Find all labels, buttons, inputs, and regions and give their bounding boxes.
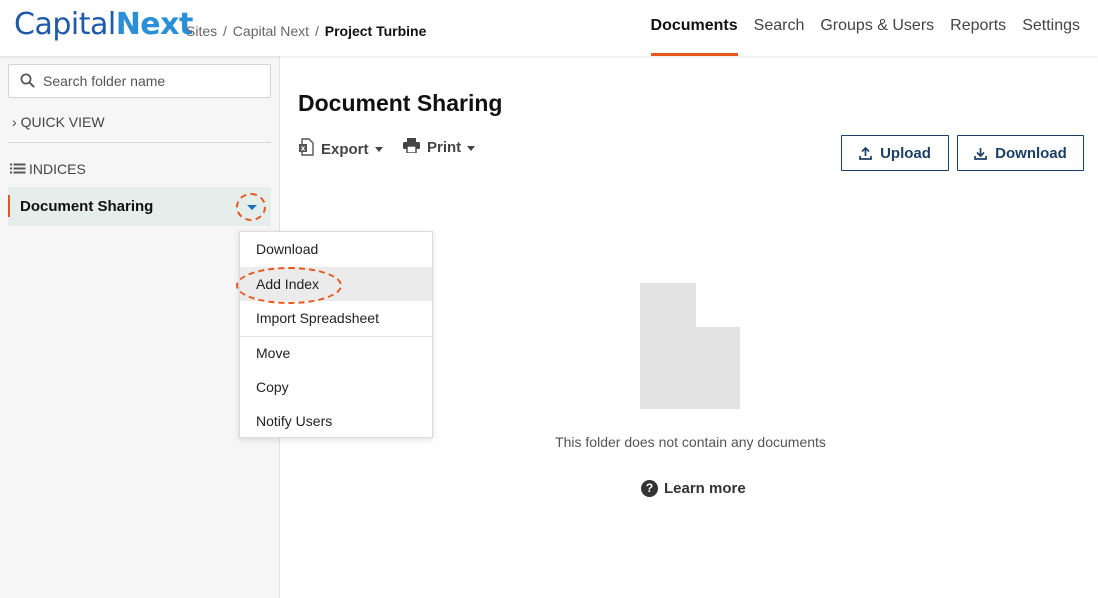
folder-context-menu: Download Add Index Import Spreadsheet Mo… [239, 231, 433, 438]
upload-button[interactable]: Upload [841, 135, 949, 171]
breadcrumb-current: Project Turbine [324, 23, 427, 39]
breadcrumb-sites[interactable]: Sites [186, 23, 217, 39]
breadcrumb-separator: / [314, 23, 319, 39]
nav-documents[interactable]: Documents [643, 0, 746, 56]
download-label: Download [995, 144, 1067, 162]
empty-document-icon [640, 283, 740, 414]
breadcrumb-separator: / [223, 23, 227, 39]
download-icon [974, 147, 988, 160]
breadcrumb-site[interactable]: Capital Next [233, 23, 309, 39]
nav-settings[interactable]: Settings [1014, 0, 1088, 56]
menu-item-move[interactable]: Move [240, 336, 432, 370]
upload-icon [859, 146, 872, 160]
svg-text:x: x [301, 145, 306, 153]
search-icon [20, 73, 35, 93]
caret-down-icon [374, 147, 383, 152]
highlight-ring-annotation [236, 267, 342, 304]
empty-state-message: This folder does not contain any documen… [555, 434, 826, 450]
menu-item-notify-users[interactable]: Notify Users [240, 404, 432, 438]
learn-more-link[interactable]: ? Learn more [641, 480, 746, 497]
folder-item-document-sharing[interactable]: Document Sharing [8, 187, 271, 226]
upload-label: Upload [880, 144, 931, 162]
caret-down-icon [247, 205, 257, 210]
download-button[interactable]: Download [957, 135, 1084, 171]
sidebar-divider [8, 142, 271, 143]
breadcrumb: Sites / Capital Next / Project Turbine [186, 23, 426, 39]
folder-search-box [8, 64, 271, 98]
chevron-right-icon: › [12, 114, 17, 130]
quick-view-label: QUICK VIEW [20, 114, 105, 130]
help-icon: ? [641, 480, 658, 497]
menu-item-import-spreadsheet[interactable]: Import Spreadsheet [240, 301, 432, 335]
export-label: Export [321, 140, 369, 158]
top-header: CapitalNext Sites / Capital Next / Proje… [0, 0, 1098, 56]
caret-down-icon [467, 145, 476, 151]
brand-logo[interactable]: CapitalNext [14, 7, 193, 42]
folder-label: Document Sharing [20, 198, 154, 215]
print-dropdown[interactable]: Print [403, 138, 476, 157]
nav-reports[interactable]: Reports [942, 0, 1014, 56]
page-title: Document Sharing [298, 90, 503, 116]
learn-more-label: Learn more [664, 480, 746, 497]
sidebar: › QUICK VIEW INDICES Document Sharing [0, 56, 280, 598]
nav-groups-users[interactable]: Groups & Users [812, 0, 942, 56]
list-icon [10, 161, 26, 177]
folder-options-button[interactable] [236, 193, 266, 221]
selected-indicator [8, 195, 10, 217]
logo-text-capital: Capital [14, 7, 116, 42]
excel-export-icon: x [298, 138, 314, 160]
indices-header[interactable]: INDICES [10, 161, 86, 177]
folder-search-input[interactable] [43, 71, 263, 91]
export-dropdown[interactable]: x Export [298, 138, 383, 160]
print-label: Print [427, 139, 462, 156]
main-navigation: Documents Search Groups & Users Reports … [643, 0, 1088, 56]
printer-icon [403, 138, 420, 157]
quick-view-toggle[interactable]: › QUICK VIEW [12, 114, 105, 130]
logo-text-next: Next [115, 7, 194, 42]
nav-search[interactable]: Search [746, 0, 813, 56]
menu-item-download[interactable]: Download [240, 232, 432, 266]
indices-label: INDICES [29, 161, 86, 177]
menu-item-copy[interactable]: Copy [240, 370, 432, 404]
